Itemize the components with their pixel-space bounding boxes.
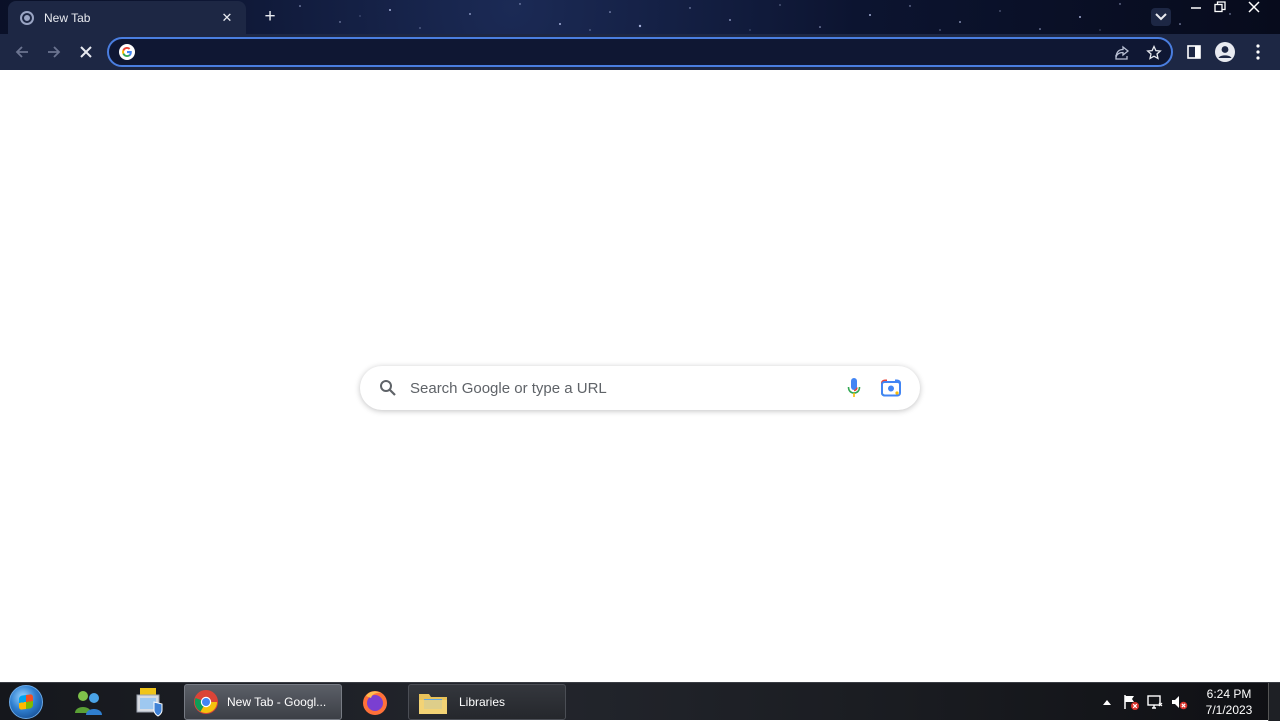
action-center-tray[interactable] <box>1122 693 1140 711</box>
tab-close-icon[interactable]: ✕ <box>218 10 236 26</box>
search-icon <box>380 380 396 396</box>
new-tab-page <box>0 70 1280 682</box>
taskbar-pin-messenger[interactable] <box>64 685 114 719</box>
new-tab-button[interactable]: + <box>260 7 280 27</box>
volume-muted-icon <box>1172 696 1188 710</box>
voice-search-icon[interactable] <box>846 377 862 399</box>
back-button[interactable] <box>10 40 34 64</box>
show-hidden-icons-button[interactable] <box>1098 693 1116 711</box>
kebab-menu-icon <box>1256 44 1260 60</box>
taskbar-item-label: New Tab - Googl... <box>227 695 327 709</box>
side-panel-icon <box>1187 45 1201 59</box>
address-bar[interactable] <box>107 37 1173 67</box>
tab-title: New Tab <box>44 10 91 25</box>
avatar-icon <box>1215 42 1235 62</box>
volume-tray[interactable] <box>1170 693 1188 711</box>
taskbar-item-libraries[interactable]: Libraries <box>408 684 566 720</box>
bookmark-star-icon[interactable] <box>1145 44 1163 62</box>
menu-button[interactable] <box>1247 41 1269 63</box>
close-window-button[interactable] <box>1240 0 1268 20</box>
flag-alert-icon <box>1124 695 1139 710</box>
tab-new-tab[interactable]: New Tab ✕ <box>8 1 246 34</box>
profile-button[interactable] <box>1214 41 1236 63</box>
chevron-up-icon <box>1103 700 1111 705</box>
start-button[interactable] <box>6 684 46 720</box>
restore-button[interactable] <box>1206 0 1234 20</box>
address-input[interactable] <box>145 42 1105 62</box>
google-icon <box>119 44 135 60</box>
taskbar-pin-security-center[interactable] <box>124 685 174 719</box>
minimize-icon <box>1191 7 1201 9</box>
clock-date: 7/1/2023 <box>1205 703 1253 717</box>
windows-taskbar: New Tab - Googl... Libraries 6:24 PM 7/1… <box>0 682 1280 721</box>
folder-libraries-icon <box>419 694 447 714</box>
close-icon <box>1248 1 1260 13</box>
network-icon <box>1147 695 1163 709</box>
network-tray[interactable] <box>1146 693 1164 711</box>
security-center-icon <box>136 688 163 717</box>
google-lens-icon[interactable] <box>880 378 902 398</box>
arrow-right-icon <box>48 46 61 58</box>
browser-titlebar: New Tab ✕ + <box>0 0 1280 34</box>
firefox-icon <box>363 691 387 715</box>
ntp-search-box[interactable] <box>360 366 920 410</box>
clock-time: 6:24 PM <box>1206 687 1252 701</box>
browser-toolbar <box>0 34 1280 70</box>
chevron-down-icon <box>1155 13 1167 21</box>
show-desktop-button[interactable] <box>1268 683 1280 721</box>
taskbar-item-label: Libraries <box>459 695 506 709</box>
stop-icon <box>80 46 92 58</box>
taskbar-item-chrome[interactable]: New Tab - Googl... <box>184 684 342 720</box>
tab-search-button[interactable] <box>1151 8 1171 26</box>
stop-loading-button[interactable] <box>74 40 98 64</box>
forward-button[interactable] <box>42 40 66 64</box>
ntp-search-input[interactable] <box>410 377 830 399</box>
messenger-icon <box>75 691 102 715</box>
share-icon[interactable] <box>1113 44 1131 62</box>
restore-icon <box>1214 1 1226 13</box>
taskbar-pin-firefox[interactable] <box>350 685 400 719</box>
windows-logo-icon <box>9 685 43 719</box>
chrome-favicon-icon <box>20 10 34 25</box>
chrome-icon <box>194 690 218 714</box>
arrow-left-icon <box>15 46 28 58</box>
system-clock[interactable]: 6:24 PM 7/1/2023 <box>1196 686 1262 718</box>
side-panel-button[interactable] <box>1183 41 1205 63</box>
